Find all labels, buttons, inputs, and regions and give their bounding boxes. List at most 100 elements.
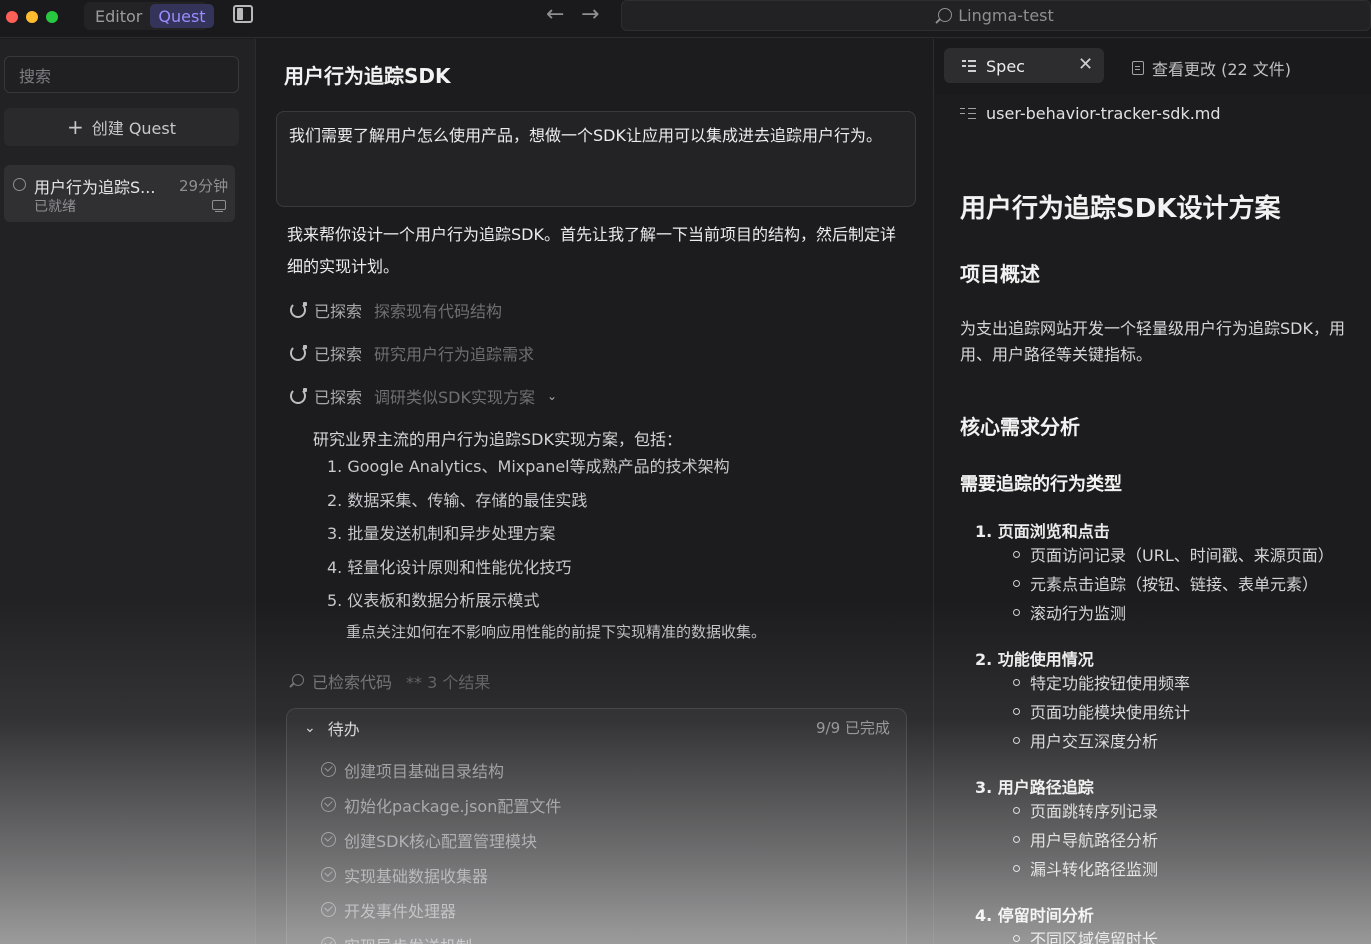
todo-item[interactable]: 实现异步发送机制 <box>321 927 561 944</box>
doc-bullet-text: 滚动行为监测 <box>1030 604 1127 623</box>
assistant-reply: 我来帮你设计一个用户行为追踪SDK。首先让我了解一下当前项目的结构，然后制定详细… <box>287 225 896 276</box>
todo-item[interactable]: 开发事件处理器 <box>321 892 561 927</box>
list-item: 1. Google Analytics、Mixpanel等成熟产品的技术架构 <box>327 457 730 476</box>
search-placeholder: 搜索 <box>19 66 52 86</box>
bullet-icon <box>1013 736 1020 744</box>
back-arrow-icon[interactable]: ← <box>546 3 564 27</box>
spec-tab-label: Spec <box>986 57 1025 76</box>
close-icon[interactable]: ✕ <box>1078 55 1093 75</box>
check-circle-icon <box>321 797 336 812</box>
close-window-button[interactable] <box>6 11 18 23</box>
doc-group-title: 4. 停留时间分析 <box>975 906 1094 925</box>
todo-item-label: 实现异步发送机制 <box>344 933 472 944</box>
bullet-icon <box>1013 550 1020 558</box>
todo-item-label: 创建SDK核心配置管理模块 <box>344 831 537 851</box>
bullet-icon <box>1013 835 1020 843</box>
bullet-icon <box>1013 934 1020 942</box>
doc-title: 用户行为追踪SDK设计方案 <box>960 194 1281 224</box>
minimize-window-button[interactable] <box>26 11 38 23</box>
user-message: 我们需要了解用户怎么使用产品，想做一个SDK让应用可以集成进去追踪用户行为。 <box>276 111 916 207</box>
bullet-icon <box>1013 806 1020 814</box>
search-icon <box>292 674 304 686</box>
doc-bullet: 用户导航路径分析 <box>1013 827 1158 851</box>
list-item: 5. 仪表板和数据分析展示模式 <box>327 591 540 611</box>
explore-desc: 研究用户行为追踪需求 <box>374 345 535 364</box>
doc-bullet-text: 用户导航路径分析 <box>1030 831 1159 850</box>
mode-switcher: Editor Quest <box>84 2 214 30</box>
file-name-label: user-behavior-tracker-sdk.md <box>986 104 1221 123</box>
todo-item[interactable]: 创建SDK核心配置管理模块 <box>321 822 561 857</box>
bullet-icon <box>1013 707 1020 715</box>
doc-group-title: 3. 用户路径追踪 <box>975 778 1094 797</box>
quest-search-input[interactable]: 搜索 <box>4 56 239 93</box>
view-changes-label: 查看更改 (22 文件) <box>1152 60 1292 79</box>
list-icon <box>960 107 976 121</box>
code-search-step[interactable]: 已检索代码 ** 3 个结果 <box>292 669 490 693</box>
create-quest-label: 创建 Quest <box>91 119 177 138</box>
mode-quest-tab[interactable]: Quest <box>150 4 214 28</box>
doc-bullet-text: 特定功能按钮使用频率 <box>1030 674 1191 693</box>
explore-step[interactable]: 已探索 探索现有代码结构 <box>290 298 502 322</box>
status-circle-icon <box>13 178 26 191</box>
todo-item[interactable]: 初始化package.json配置文件 <box>321 787 561 822</box>
refresh-icon <box>290 388 307 404</box>
search-icon <box>938 7 953 22</box>
bullet-icon <box>1013 579 1020 587</box>
explore-label: 已探索 <box>314 345 363 364</box>
bullet-icon <box>1013 864 1020 872</box>
mode-editor-tab[interactable]: Editor <box>87 4 150 28</box>
todo-item-label: 创建项目基础目录结构 <box>344 761 505 781</box>
create-quest-button[interactable]: + 创建 Quest <box>4 108 239 146</box>
todo-header[interactable]: ⌄ 待办 <box>304 716 360 740</box>
chevron-down-icon: ⌄ <box>547 389 558 403</box>
check-circle-icon <box>321 902 336 917</box>
refresh-icon <box>290 302 307 318</box>
todo-progress: 9/9 已完成 <box>816 719 890 737</box>
check-circle-icon <box>321 762 336 777</box>
explore-step-expanded[interactable]: 已探索 调研类似SDK实现方案 ⌄ <box>290 384 557 408</box>
forward-arrow-icon[interactable]: → <box>581 3 599 27</box>
plus-icon: + <box>66 115 84 139</box>
quest-item-status: 已就绪 <box>34 199 76 215</box>
doc-bullet-text: 页面跳转序列记录 <box>1030 802 1159 821</box>
quest-list-item[interactable]: 用户行为追踪S... 29分钟 已就绪 <box>4 165 235 222</box>
list-icon <box>962 60 976 72</box>
document-icon <box>1132 61 1144 75</box>
spec-file-name[interactable]: user-behavior-tracker-sdk.md <box>960 104 1221 123</box>
doc-bullet-text: 漏斗转化路径监测 <box>1030 860 1159 879</box>
todo-item-label: 开发事件处理器 <box>344 901 457 921</box>
explore-label: 已探索 <box>314 302 363 321</box>
bullet-icon <box>1013 678 1020 686</box>
doc-overview-text: 为支出追踪网站开发一个轻量级用户行为追踪SDK，用 用、用户路径等关键指标。 <box>960 316 1371 368</box>
list-item: 2. 数据采集、传输、存储的最佳实践 <box>327 490 588 510</box>
code-search-label: 已检索代码 <box>312 673 393 692</box>
doc-bullet: 页面访问记录（URL、时间戳、来源页面） <box>1013 542 1334 566</box>
doc-bullet-text: 不同区域停留时长 <box>1030 930 1159 944</box>
doc-bullet: 滚动行为监测 <box>1013 600 1126 624</box>
explore-desc: 调研类似SDK实现方案 <box>374 388 535 407</box>
command-search-bar[interactable]: Lingma-test <box>621 0 1371 31</box>
check-circle-icon <box>321 937 336 944</box>
doc-overview-line: 用、用户路径等关键指标。 <box>960 345 1153 364</box>
doc-bullet: 特定功能按钮使用频率 <box>1013 670 1190 694</box>
page-title: 用户行为追踪SDK <box>284 64 451 88</box>
explore-label: 已探索 <box>314 388 363 407</box>
sidebar-toggle-icon[interactable] <box>233 5 253 23</box>
doc-group-title: 1. 页面浏览和点击 <box>975 522 1110 541</box>
explore-desc: 探索现有代码结构 <box>374 302 503 321</box>
todo-item-label: 实现基础数据收集器 <box>344 866 489 886</box>
view-changes-tab[interactable]: 查看更改 (22 文件) <box>1132 56 1291 80</box>
todo-list: 创建项目基础目录结构 初始化package.json配置文件 创建SDK核心配置… <box>321 752 561 944</box>
doc-bullet: 不同区域停留时长 <box>1013 926 1158 944</box>
maximize-window-button[interactable] <box>46 11 58 23</box>
code-search-detail: ** 3 个结果 <box>406 673 491 692</box>
todo-item[interactable]: 实现基础数据收集器 <box>321 857 561 892</box>
todo-item[interactable]: 创建项目基础目录结构 <box>321 752 561 787</box>
list-item: 4. 轻量化设计原则和性能优化技巧 <box>327 557 572 577</box>
quest-item-time: 29分钟 <box>179 177 229 195</box>
check-circle-icon <box>321 832 336 847</box>
doc-bullet: 页面功能模块使用统计 <box>1013 699 1190 723</box>
explore-step[interactable]: 已探索 研究用户行为追踪需求 <box>290 341 534 365</box>
bullet-icon <box>1013 608 1020 616</box>
quest-item-title: 用户行为追踪S... <box>34 178 156 197</box>
